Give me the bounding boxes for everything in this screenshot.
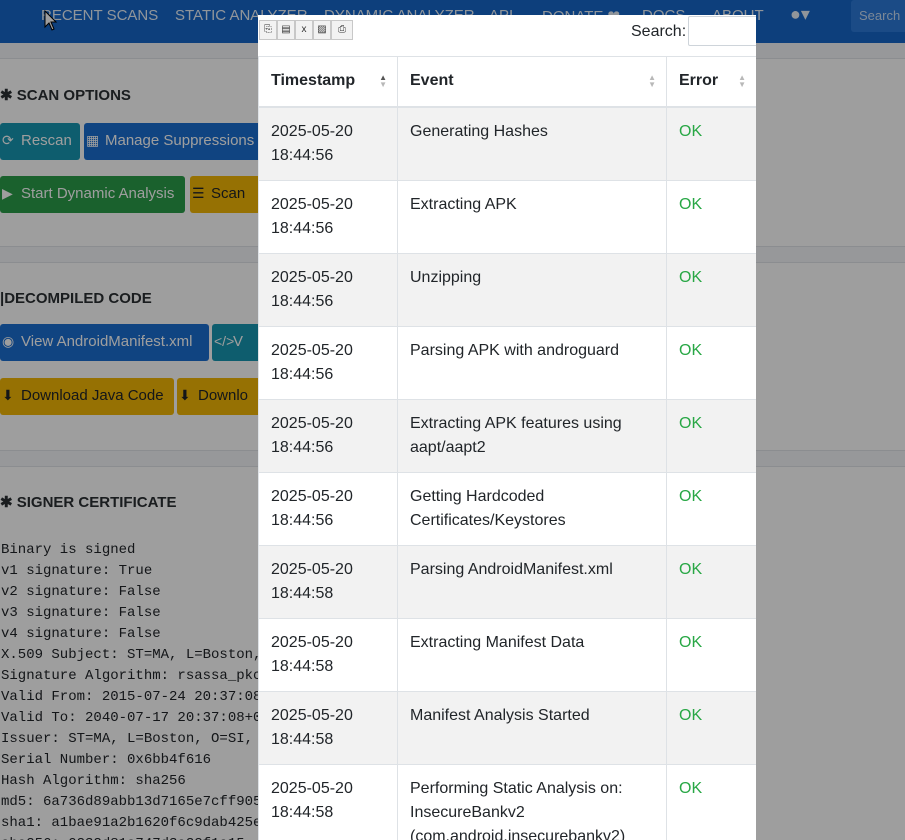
timestamp-date: 2025-05-20 — [271, 195, 353, 213]
event-cell: Unzipping — [397, 252, 667, 327]
timestamp-date: 2025-05-20 — [271, 268, 353, 286]
event-cell: Extracting Manifest Data — [397, 617, 667, 692]
status-cell: OK — [666, 617, 756, 692]
table-row: 2025-05-20 18:44:58 Extracting Manifest Da… — [258, 617, 756, 692]
event-cell: Parsing APK with androguard — [397, 325, 667, 400]
event-cell: Manifest Analysis Started — [397, 690, 667, 765]
timestamp-date: 2025-05-20 — [271, 706, 353, 724]
event-cell: Getting Hardcoded Certificates/Keystores — [397, 471, 667, 546]
sort-icon: ▲ ▼ — [648, 73, 656, 89]
timestamp-date: 2025-05-20 — [271, 487, 353, 505]
table-search-input[interactable] — [688, 16, 756, 46]
event-cell: Extracting APK — [397, 179, 667, 254]
status-cell: OK — [666, 252, 756, 327]
status-cell: OK — [666, 763, 756, 840]
sort-icon: ▲ ▼ — [738, 73, 746, 89]
timestamp-date: 2025-05-20 — [271, 341, 353, 359]
timestamp-cell: 2025-05-20 18:44:58 — [258, 544, 398, 619]
column-header-event[interactable]: Event ▲ ▼ — [397, 56, 667, 108]
timestamp-date: 2025-05-20 — [271, 414, 353, 432]
status-cell: OK — [666, 690, 756, 765]
timestamp-cell: 2025-05-20 18:44:58 — [258, 763, 398, 840]
status-cell: OK — [666, 544, 756, 619]
scan-logs-modal: ⎘ ▤ x ▨ ⎙ Search: Timestamp ▲ ▼ Event ▲ ▼ — [258, 15, 756, 840]
timestamp-time: 18:44:56 — [271, 219, 334, 237]
table-row: 2025-05-20 18:44:56 Extracting APK feature… — [258, 398, 756, 473]
status-cell: OK — [666, 106, 756, 181]
timestamp-date: 2025-05-20 — [271, 633, 353, 651]
timestamp-time: 18:44:56 — [271, 146, 334, 164]
sort-ascending-icon: ▲ ▼ — [379, 73, 387, 89]
timestamp-time: 18:44:58 — [271, 657, 334, 675]
status-cell: OK — [666, 325, 756, 400]
timestamp-date: 2025-05-20 — [271, 560, 353, 578]
pdf-icon[interactable]: ▨ — [313, 20, 331, 40]
print-icon[interactable]: ⎙ — [331, 20, 353, 40]
status-cell: OK — [666, 398, 756, 473]
table-row: 2025-05-20 18:44:58 Manifest Analysis Star… — [258, 690, 756, 765]
event-cell: Parsing AndroidManifest.xml — [397, 544, 667, 619]
table-row: 2025-05-20 18:44:56 Unzipping OK — [258, 252, 756, 327]
scan-logs-table: Timestamp ▲ ▼ Event ▲ ▼ Error ▲ ▼ 2025-05-2… — [258, 56, 756, 840]
status-cell: OK — [666, 179, 756, 254]
timestamp-cell: 2025-05-20 18:44:56 — [258, 325, 398, 400]
timestamp-date: 2025-05-20 — [271, 122, 353, 140]
timestamp-time: 18:44:58 — [271, 584, 334, 602]
column-header-timestamp[interactable]: Timestamp ▲ ▼ — [258, 56, 398, 108]
table-row: 2025-05-20 18:44:56 Extracting APK OK — [258, 179, 756, 254]
event-cell: Performing Static Analysis on: InsecureB… — [397, 763, 667, 840]
table-row: 2025-05-20 18:44:58 Parsing AndroidManifes… — [258, 544, 756, 619]
timestamp-date: 2025-05-20 — [271, 779, 353, 797]
event-cell: Generating Hashes — [397, 106, 667, 181]
timestamp-cell: 2025-05-20 18:44:56 — [258, 252, 398, 327]
timestamp-cell: 2025-05-20 18:44:58 — [258, 617, 398, 692]
timestamp-cell: 2025-05-20 18:44:56 — [258, 398, 398, 473]
csv-icon[interactable]: ▤ — [277, 20, 295, 40]
timestamp-time: 18:44:58 — [271, 803, 334, 821]
timestamp-time: 18:44:56 — [271, 438, 334, 456]
column-header-error[interactable]: Error ▲ ▼ — [666, 56, 756, 108]
timestamp-cell: 2025-05-20 18:44:56 — [258, 106, 398, 181]
copy-icon[interactable]: ⎘ — [259, 20, 277, 40]
excel-icon[interactable]: x — [295, 20, 313, 40]
timestamp-cell: 2025-05-20 18:44:58 — [258, 690, 398, 765]
timestamp-time: 18:44:56 — [271, 292, 334, 310]
table-row: 2025-05-20 18:44:56 Parsing APK with andro… — [258, 325, 756, 400]
scan-logs-body: 2025-05-20 18:44:56 Generating Hashes OK 202… — [258, 106, 756, 840]
timestamp-cell: 2025-05-20 18:44:56 — [258, 179, 398, 254]
timestamp-time: 18:44:56 — [271, 365, 334, 383]
search-label: Search: — [631, 23, 687, 40]
table-row: 2025-05-20 18:44:56 Getting Hardcoded Cert… — [258, 471, 756, 546]
event-cell: Extracting APK features using aapt/aapt2 — [397, 398, 667, 473]
timestamp-time: 18:44:58 — [271, 730, 334, 748]
timestamp-time: 18:44:56 — [271, 511, 334, 529]
table-row: 2025-05-20 18:44:58 Performing Static Anal… — [258, 763, 756, 840]
table-row: 2025-05-20 18:44:56 Generating Hashes OK — [258, 106, 756, 181]
timestamp-cell: 2025-05-20 18:44:56 — [258, 471, 398, 546]
status-cell: OK — [666, 471, 756, 546]
